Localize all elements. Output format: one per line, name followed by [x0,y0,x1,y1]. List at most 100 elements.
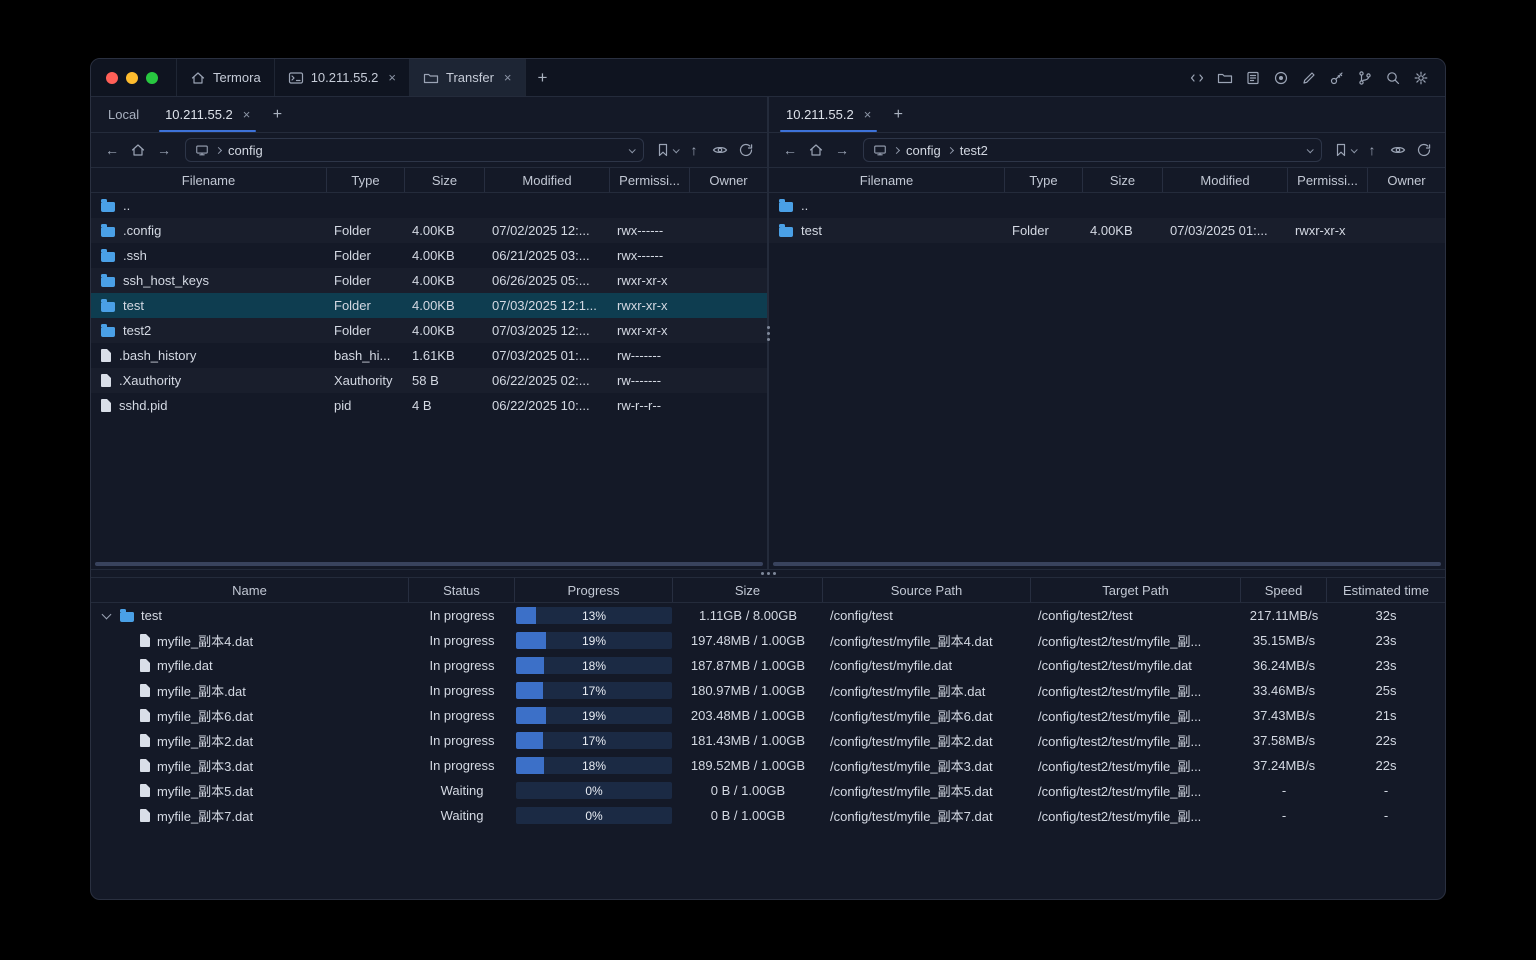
refresh-button[interactable] [734,138,758,162]
chevron-down-icon[interactable] [672,145,680,153]
minimize-window-button[interactable] [126,71,138,84]
forward-button[interactable] [830,138,854,162]
chevron-down-icon[interactable] [628,145,636,153]
column-header-owner[interactable]: Owner [1368,168,1445,192]
column-header-modified[interactable]: Modified [1163,168,1288,192]
column-header-size[interactable]: Size [673,578,823,602]
column-header-status[interactable]: Status [409,578,515,602]
file-row[interactable]: .ssh Folder 4.00KB 06/21/2025 03:... rwx… [91,243,767,268]
transfer-row[interactable]: myfile_副本.dat In progress 17% 180.97MB /… [91,678,1445,703]
column-header-owner[interactable]: Owner [690,168,767,192]
back-button[interactable] [100,138,124,162]
expand-chevron-icon[interactable] [99,609,113,623]
home-button[interactable] [804,138,828,162]
bookmark-button[interactable] [1331,142,1358,158]
chevron-down-icon[interactable] [1350,145,1358,153]
key-icon[interactable] [1326,67,1348,89]
up-directory-button[interactable] [1360,138,1384,162]
file-row[interactable]: .. [769,193,1445,218]
progress-percent: 13% [581,608,607,623]
file-row[interactable]: sshd.pid pid 4 B 06/22/2025 10:... rw-r-… [91,393,767,418]
up-directory-button[interactable] [682,138,706,162]
file-type-icon [101,298,115,312]
transfer-speed: 37.24MB/s [1252,758,1316,773]
transfer-row[interactable]: myfile_副本5.dat Waiting 0% 0 B / 1.00GB /… [91,778,1445,803]
file-row[interactable]: .Xauthority Xauthority 58 B 06/22/2025 0… [91,368,767,393]
desktop-background: Termora 10.211.55.2 Transfer [0,0,1536,960]
bookmark-button[interactable] [653,142,680,158]
column-header-filename[interactable]: Filename [91,168,327,192]
column-header-speed[interactable]: Speed [1241,578,1327,602]
file-row[interactable]: test Folder 4.00KB 07/03/2025 01:... rwx… [769,218,1445,243]
close-tab-icon[interactable] [243,108,251,121]
new-app-tab-button[interactable] [526,59,560,96]
tab-transfer[interactable]: Transfer [410,59,526,96]
search-icon[interactable] [1382,67,1404,89]
zoom-window-button[interactable] [146,71,158,84]
transfer-row[interactable]: myfile_副本4.dat In progress 19% 197.48MB … [91,628,1445,653]
journal-icon[interactable] [1242,67,1264,89]
transfer-row[interactable]: test In progress 13% 1.11GB / 8.00GB /co… [91,603,1445,628]
path-segment[interactable]: test2 [960,143,988,158]
close-tab-icon[interactable] [388,71,396,84]
column-header-size[interactable]: Size [405,168,485,192]
column-header-modified[interactable]: Modified [485,168,610,192]
gear-icon[interactable] [1410,67,1432,89]
file-row[interactable]: .config Folder 4.00KB 07/02/2025 12:... … [91,218,767,243]
transfer-row[interactable]: myfile.dat In progress 18% 187.87MB / 1.… [91,653,1445,678]
computer-icon [195,143,209,157]
file-row[interactable]: .. [91,193,767,218]
horizontal-scrollbar[interactable] [773,562,1441,566]
column-header-filename[interactable]: Filename [769,168,1005,192]
path-bar[interactable]: config test2 [863,138,1322,162]
horizontal-scrollbar[interactable] [95,562,763,566]
transfer-row[interactable]: myfile_副本6.dat In progress 19% 203.48MB … [91,703,1445,728]
close-tab-icon[interactable] [864,108,872,121]
record-icon[interactable] [1270,67,1292,89]
file-permissions: rwxr-xr-x [617,323,668,338]
forward-button[interactable] [152,138,176,162]
close-tab-icon[interactable] [504,71,512,84]
file-row[interactable]: test2 Folder 4.00KB 07/03/2025 12:... rw… [91,318,767,343]
path-segment[interactable]: config [228,143,263,158]
chevron-down-icon[interactable] [1306,145,1314,153]
transfer-row[interactable]: myfile_副本3.dat In progress 18% 189.52MB … [91,753,1445,778]
back-button[interactable] [778,138,802,162]
transfer-row[interactable]: myfile_副本7.dat Waiting 0% 0 B / 1.00GB /… [91,803,1445,828]
column-header-progress[interactable]: Progress [515,578,673,602]
column-header-estimated-time[interactable]: Estimated time [1327,578,1445,602]
tab-remote-host[interactable]: 10.211.55.2 [773,97,884,132]
edit-icon[interactable] [1298,67,1320,89]
column-header-type[interactable]: Type [1005,168,1083,192]
titlebar[interactable]: Termora 10.211.55.2 Transfer [91,59,1445,97]
code-icon[interactable] [1186,67,1208,89]
tab-remote-host[interactable]: 10.211.55.2 [152,97,263,132]
file-row[interactable]: ssh_host_keys Folder 4.00KB 06/26/2025 0… [91,268,767,293]
show-hidden-button[interactable] [1386,138,1410,162]
show-hidden-button[interactable] [708,138,732,162]
file-type: Folder [1012,223,1049,238]
branch-icon[interactable] [1354,67,1376,89]
new-panel-tab-button[interactable] [884,97,912,132]
column-header-permissions[interactable]: Permissi... [1288,168,1368,192]
file-row[interactable]: test Folder 4.00KB 07/03/2025 12:1... rw… [91,293,767,318]
column-header-target-path[interactable]: Target Path [1031,578,1241,602]
close-window-button[interactable] [106,71,118,84]
new-panel-tab-button[interactable] [263,97,291,132]
tab-termora[interactable]: Termora [176,59,275,96]
tab-local[interactable]: Local [95,97,152,132]
refresh-button[interactable] [1412,138,1436,162]
column-header-type[interactable]: Type [327,168,405,192]
path-bar[interactable]: config [185,138,644,162]
column-header-size[interactable]: Size [1083,168,1163,192]
column-header-permissions[interactable]: Permissi... [610,168,690,192]
home-button[interactable] [126,138,150,162]
column-header-name[interactable]: Name [91,578,409,602]
file-row[interactable]: .bash_history bash_hi... 1.61KB 07/03/20… [91,343,767,368]
tab-host-session[interactable]: 10.211.55.2 [275,59,410,96]
path-segment[interactable]: config [906,143,941,158]
folder-icon[interactable] [1214,67,1236,89]
column-header-source-path[interactable]: Source Path [823,578,1031,602]
transfer-row[interactable]: myfile_副本2.dat In progress 17% 181.43MB … [91,728,1445,753]
transfer-splitter[interactable] [91,569,1445,577]
